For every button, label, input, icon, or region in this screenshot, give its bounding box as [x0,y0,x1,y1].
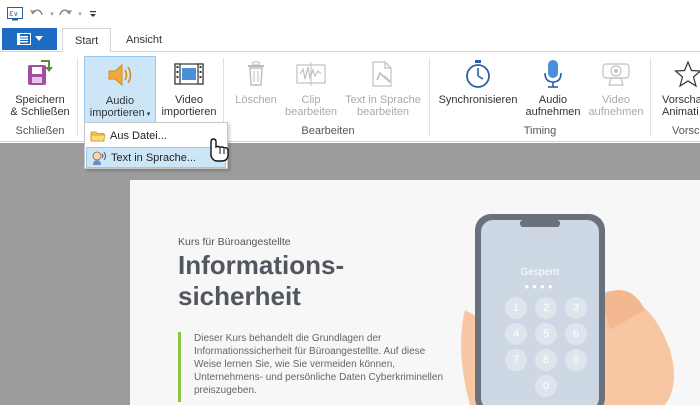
edit-clip-label-2: bearbeiten [285,106,337,118]
save-close-button[interactable]: Speichern & Schließen [6,56,74,124]
import-video-button[interactable]: Video importieren [158,56,220,124]
slide-body-text: Dieser Kurs behandelt die Grundlagen der… [194,333,444,396]
record-audio-label-2: aufnehmen [525,106,581,118]
delete-button[interactable]: Löschen [230,56,282,124]
file-menu-button[interactable] [2,28,57,50]
delete-label: Löschen [235,94,277,106]
keypad-key: 0 [535,375,557,397]
webcam-icon [602,63,630,86]
keypad-key: 9 [565,349,587,371]
title-bar: Ɛ∨ ▾ ▾ [0,0,700,28]
import-video-label-1: Video [175,94,203,106]
record-video-button[interactable]: Video aufnehmen [586,56,646,124]
text-to-speech-doc-icon [372,61,392,87]
chevron-down-icon: ▾ [144,111,151,118]
phone-locked-label: Gesperrt [520,267,560,278]
undo-icon[interactable] [27,4,47,24]
import-audio-label-1: Audio [105,95,135,107]
menu-item-from-file-label: Aus Datei... [110,129,167,142]
preview-label-1: Vorscha [662,94,700,106]
preview-animation-button[interactable]: Vorscha Animati [656,56,700,124]
synchronize-label: Synchronisieren [438,94,518,106]
folder-icon [90,131,106,141]
hand-cursor-icon [203,136,237,165]
ribbon-tab-row: Start Ansicht [0,28,700,53]
import-audio-button[interactable]: Audio importieren ▾ [84,56,156,124]
save-close-icon [28,60,53,85]
slide-headline: Informations- sicherheit [178,250,344,312]
redo-icon[interactable] [55,4,75,24]
chevron-down-icon [34,36,43,41]
microphone-icon [544,60,562,88]
keypad-key: 2 [535,297,557,319]
menu-icon [16,33,31,45]
edit-tts-label-2: bearbeiten [357,106,409,118]
record-audio-button[interactable]: Audio aufnehmen [522,56,584,124]
save-close-label: Speichern & Schließen [10,94,70,118]
accent-bar [178,332,181,402]
stopwatch-icon [466,60,490,88]
record-video-label-2: aufnehmen [588,106,644,118]
record-audio-label-1: Audio [538,94,568,106]
keypad-key: 7 [505,349,527,371]
synchronize-button[interactable]: Synchronisieren [434,56,522,124]
tab-ansicht[interactable]: Ansicht [114,28,174,52]
preview-label-2: Animati [662,106,699,118]
edit-tts-label-1: Text in Sprache [345,94,421,106]
group-label-timing: Timing [523,125,557,137]
group-label-schliessen: Schließen [15,125,65,137]
film-icon [174,63,204,85]
edit-clip-label-1: Clip [301,94,321,106]
keypad-key: 6 [565,323,587,345]
svg-text:Ɛ∨: Ɛ∨ [9,10,18,18]
keypad-key: 4 [505,323,527,345]
keypad-key: 5 [535,323,557,345]
phone-keypad: 1 2 3 4 5 6 7 8 9 0 [498,297,594,397]
group-divider [429,58,430,136]
slide-kicker: Kurs für Büroangestellte [178,236,291,248]
phone-pin-dots: ●●●● [524,282,556,291]
group-divider [650,58,651,136]
camtasia-app-icon: Ɛ∨ [5,4,25,24]
keypad-key: 8 [535,349,557,371]
group-label-bearbeiten: Bearbeiten [301,125,355,137]
text-to-speech-icon [92,151,106,165]
record-video-label-1: Video [602,94,630,106]
trash-icon [248,61,264,86]
customize-dropdown-icon[interactable] [83,4,103,24]
edit-tts-button[interactable]: Text in Sprache bearbeiten [340,56,426,124]
slide-headline-line-2: sicherheit [178,281,301,311]
phone-illustration: Gesperrt ●●●● 1 2 3 4 5 6 7 8 9 0 [440,200,700,405]
import-video-label-2: importieren [161,106,217,118]
menu-item-text-to-speech-label: Text in Sprache... [111,151,196,164]
edit-clip-button[interactable]: Clip bearbeiten [284,56,338,124]
keypad-key: 1 [505,297,527,319]
keypad-key: 3 [565,297,587,319]
slide-headline-line-1: Informations- [178,250,345,280]
clip-edit-icon [296,62,326,86]
group-divider [77,58,78,136]
slide-preview[interactable]: Kurs für Büroangestellte Informations- s… [130,180,700,405]
speaker-icon [108,63,132,87]
tab-start[interactable]: Start [62,28,112,53]
import-audio-label-2: importieren [89,107,145,119]
star-icon [674,60,700,88]
group-label-vorschau: Vorsc [672,125,700,137]
canvas-area[interactable]: Kurs für Büroangestellte Informations- s… [0,143,700,405]
